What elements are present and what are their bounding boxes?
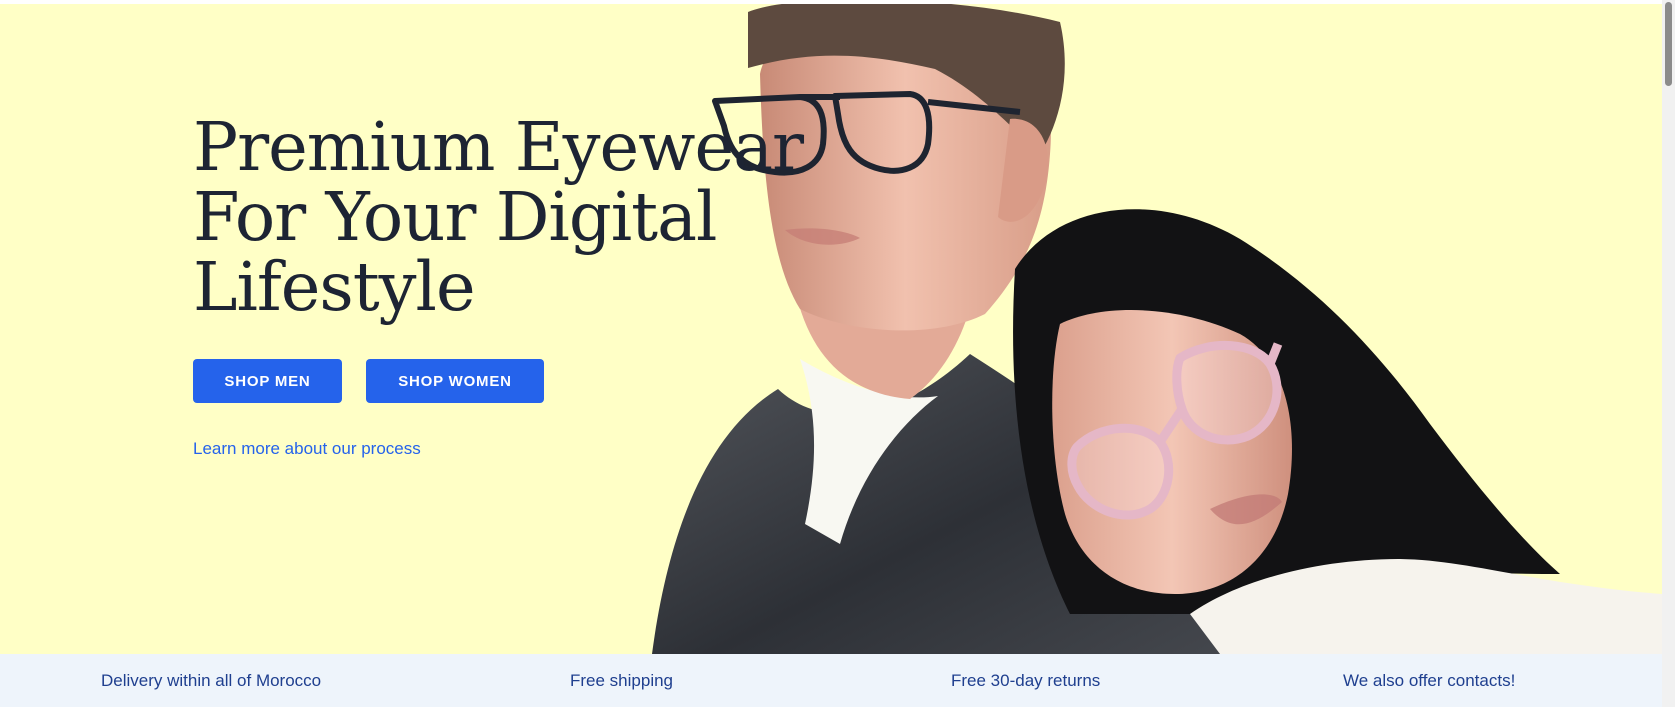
benefits-bar: Delivery within all of Morocco Free ship… xyxy=(0,654,1662,707)
shop-button-row: SHOP MEN SHOP WOMEN xyxy=(193,359,544,403)
benefit-free-shipping: Free shipping xyxy=(570,671,674,690)
hero-heading-block: Premium Eyewear For Your Digital Lifesty… xyxy=(193,112,893,322)
shop-women-button[interactable]: SHOP WOMEN xyxy=(366,359,544,403)
hero-title-line-1: Premium Eyewear xyxy=(193,108,804,186)
benefit-returns: Free 30-day returns xyxy=(951,671,1101,690)
benefit-delivery: Delivery within all of Morocco xyxy=(101,671,322,690)
hero-title: Premium Eyewear For Your Digital Lifesty… xyxy=(193,112,893,322)
shop-men-button[interactable]: SHOP MEN xyxy=(193,359,342,403)
landing-page: Premium Eyewear For Your Digital Lifesty… xyxy=(0,0,1675,707)
benefit-contacts: We also offer contacts! xyxy=(1343,671,1516,690)
couple-glasses-photo xyxy=(652,4,1662,654)
hero-banner: Premium Eyewear For Your Digital Lifesty… xyxy=(0,4,1662,654)
hero-title-line-2: For Your Digital xyxy=(193,178,717,256)
vertical-scrollbar[interactable] xyxy=(1662,0,1675,707)
learn-more-link[interactable]: Learn more about our process xyxy=(193,439,421,459)
hero-title-line-3: Lifestyle xyxy=(193,248,476,326)
scrollbar-thumb[interactable] xyxy=(1665,2,1672,86)
